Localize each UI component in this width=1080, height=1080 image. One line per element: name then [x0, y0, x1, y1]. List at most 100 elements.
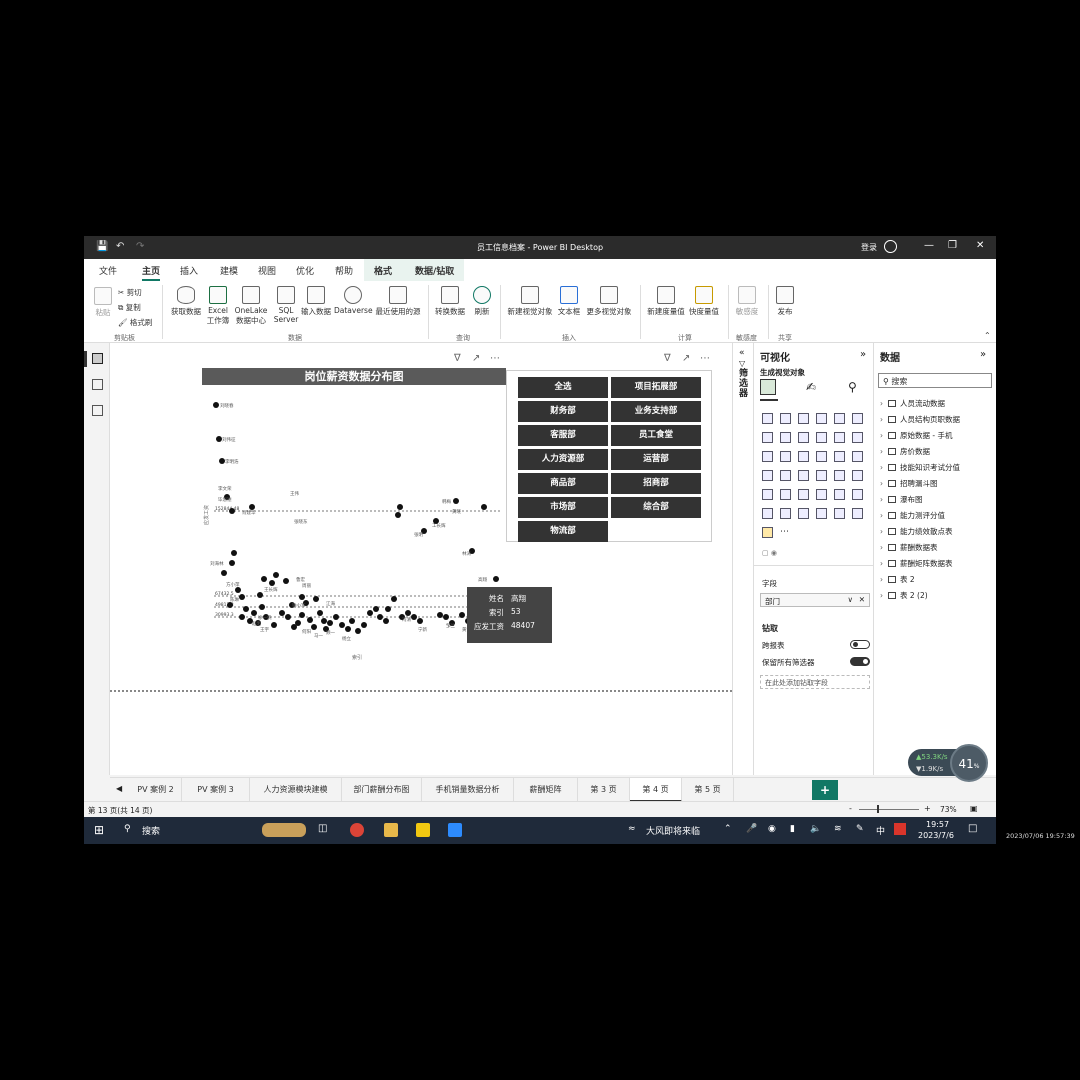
clock-date[interactable]: 2023/7/6: [918, 831, 954, 840]
scatter-point[interactable]: [313, 596, 319, 602]
collapse-viz-icon[interactable]: »: [860, 349, 866, 360]
scatter-point[interactable]: [321, 618, 327, 624]
sensitivity-button[interactable]: 敏感度: [732, 286, 762, 317]
page-tab[interactable]: 第 3 页: [578, 778, 630, 802]
scatter-point[interactable]: [367, 610, 373, 616]
app-icon[interactable]: [448, 823, 462, 837]
scatter-point[interactable]: [493, 576, 499, 582]
expand-filters-icon[interactable]: «: [739, 348, 745, 358]
scatter-point[interactable]: [299, 594, 305, 600]
page-tab[interactable]: 人力资源模块建模: [250, 778, 342, 802]
scatter-point[interactable]: [285, 614, 291, 620]
scatter-point[interactable]: [231, 550, 237, 556]
visual-type-icon[interactable]: [816, 451, 827, 462]
expand-chevron-icon[interactable]: ›: [880, 559, 888, 568]
tab-help[interactable]: 帮助: [335, 264, 353, 277]
new-visual-button[interactable]: 新建视觉对象: [504, 286, 556, 317]
visual-type-icon[interactable]: [816, 489, 827, 500]
scatter-point[interactable]: [221, 570, 227, 576]
visual-type-icon[interactable]: [834, 489, 845, 500]
tab-insert[interactable]: 插入: [180, 264, 198, 277]
scatter-point[interactable]: [269, 580, 275, 586]
user-avatar-icon[interactable]: [884, 240, 897, 253]
scatter-point[interactable]: [299, 612, 305, 618]
refresh-button[interactable]: 刷新: [468, 286, 496, 317]
publish-button[interactable]: 发布: [772, 286, 798, 317]
visual-type-icon[interactable]: [798, 413, 809, 424]
format-painter-button[interactable]: 🖌 格式刷: [118, 317, 152, 328]
tab-view[interactable]: 视图: [258, 264, 276, 277]
data-search-input[interactable]: ⚲ 搜索: [878, 373, 992, 388]
data-table-item[interactable]: › 技能知识考试分值: [880, 462, 960, 473]
visual-type-icon[interactable]: [852, 413, 863, 424]
onelake-button[interactable]: OneLake 数据中心: [232, 286, 270, 326]
sql-server-button[interactable]: SQL Server: [272, 286, 300, 324]
department-slicer[interactable]: 全选 项目拓展部 财务部 业务支持部 客服部 员工食堂 人力资源部 运营部 商品部 招商部 市场部综…: [506, 370, 712, 542]
expand-chevron-icon[interactable]: ›: [880, 479, 888, 488]
slicer-focus-icon[interactable]: ↗: [682, 353, 690, 364]
widget-avatar-icon[interactable]: [262, 823, 306, 837]
visual-type-icon[interactable]: ⋯: [780, 527, 789, 537]
scatter-point[interactable]: [327, 620, 333, 626]
visual-type-icon[interactable]: [798, 508, 809, 519]
page-tab[interactable]: 手机销量数据分析: [422, 778, 514, 802]
scatter-point[interactable]: [249, 504, 255, 510]
zoom-slider-thumb[interactable]: [877, 805, 879, 813]
copy-button[interactable]: ⧉ 复制: [118, 302, 141, 313]
taskbar-search[interactable]: 搜索: [142, 824, 160, 837]
slicer-item[interactable]: 人力资源部: [518, 449, 608, 470]
collapse-data-icon[interactable]: »: [980, 349, 986, 360]
close-icon[interactable]: ✕: [976, 240, 984, 251]
tab-data-drill[interactable]: 数据/钻取: [415, 264, 454, 277]
visual-type-icon[interactable]: [762, 527, 773, 538]
scatter-point[interactable]: [377, 614, 383, 620]
visual-type-icon[interactable]: [798, 470, 809, 481]
page-tab[interactable]: PV 案例 2: [130, 778, 182, 802]
speaker-icon[interactable]: 🔈: [810, 824, 821, 834]
ime-indicator[interactable]: 中: [876, 824, 885, 837]
data-table-item[interactable]: › 招聘漏斗图: [880, 478, 938, 489]
page-tab[interactable]: 薪酬矩阵: [514, 778, 578, 802]
model-view-icon[interactable]: [92, 405, 103, 416]
scatter-point[interactable]: [243, 606, 249, 612]
visual-type-icon[interactable]: [834, 508, 845, 519]
field-remove-icon[interactable]: ✕: [859, 595, 865, 604]
report-canvas[interactable]: ∇ ↗ ⋯ 岗位薪资数据分布图 152844.48 67432.5 49813.8 3…: [110, 343, 732, 775]
zoom-in-icon[interactable]: +: [924, 804, 931, 813]
data-table-item[interactable]: › 人员流动数据: [880, 398, 945, 409]
slicer-item[interactable]: 招商部: [611, 473, 701, 494]
power-bi-icon[interactable]: [416, 823, 430, 837]
scatter-point[interactable]: [459, 612, 465, 618]
format-visual-icon[interactable]: ✍: [806, 380, 816, 394]
scatter-point[interactable]: [273, 572, 279, 578]
tab-file[interactable]: 文件: [99, 264, 117, 277]
slicer-item[interactable]: 项目拓展部: [611, 377, 701, 398]
file-explorer-icon[interactable]: [384, 823, 398, 837]
analytics-icon[interactable]: ⚲: [848, 380, 857, 394]
zoom-out-icon[interactable]: -: [849, 804, 852, 813]
collapse-ribbon-icon[interactable]: ⌃: [984, 331, 991, 340]
recent-sources-button[interactable]: 最近使用的源: [372, 286, 424, 317]
chrome-icon[interactable]: [350, 823, 364, 837]
battery-icon[interactable]: ▮: [790, 824, 795, 834]
add-drill-field-well[interactable]: 在此处添加钻取字段: [760, 675, 870, 689]
scatter-point[interactable]: [417, 618, 423, 624]
text-box-button[interactable]: 文本框: [554, 286, 584, 317]
minimize-icon[interactable]: —: [924, 240, 934, 251]
page-tab[interactable]: 部门薪酬分布图: [342, 778, 422, 802]
slicer-item[interactable]: 员工食堂: [611, 425, 701, 446]
scatter-point[interactable]: [311, 624, 317, 630]
scatter-point[interactable]: [251, 610, 257, 616]
notification-icon[interactable]: □: [968, 823, 977, 834]
expand-chevron-icon[interactable]: ›: [880, 463, 888, 472]
data-table-item[interactable]: › 薪酬数据表: [880, 542, 938, 553]
scatter-point[interactable]: [385, 606, 391, 612]
scatter-point[interactable]: [261, 576, 267, 582]
visual-type-icon[interactable]: [762, 432, 773, 443]
data-table-item[interactable]: › 人员结构页职数据: [880, 414, 960, 425]
mic-icon[interactable]: 🎤: [746, 824, 757, 834]
scatter-point[interactable]: [339, 622, 345, 628]
expand-chevron-icon[interactable]: ›: [880, 495, 888, 504]
tab-home[interactable]: 主页: [142, 264, 161, 281]
scatter-point[interactable]: [229, 508, 235, 514]
